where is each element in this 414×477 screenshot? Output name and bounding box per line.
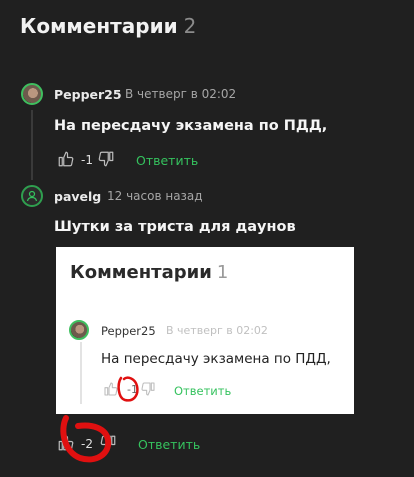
embedded-title: Комментарии 1 (70, 262, 228, 283)
thumbs-up-icon (58, 151, 74, 167)
reply-button[interactable]: Ответить (136, 153, 198, 168)
thumbs-down-icon (98, 151, 114, 167)
embedded-author: Pepper25 (101, 324, 156, 338)
embedded-reply: Ответить (174, 384, 232, 398)
comment-time: В четверг в 02:02 (125, 87, 237, 101)
embedded-count: 1 (216, 262, 229, 283)
comments-title: Комментарии (20, 14, 178, 38)
avatar[interactable] (21, 83, 43, 105)
dislike-button[interactable] (97, 150, 115, 168)
annotation-circle (117, 376, 139, 402)
user-icon (26, 190, 38, 202)
comment-time: 12 часов назад (107, 189, 203, 203)
thread-line (31, 110, 33, 180)
annotation-circle (60, 415, 112, 463)
comment-text: На пересдачу экзамена по ПДД, (54, 118, 328, 134)
avatar[interactable] (21, 185, 43, 207)
embedded-screenshot: Комментарии 1 Pepper25 В четверг в 02:02 … (56, 247, 354, 414)
reply-button[interactable]: Ответить (138, 437, 200, 452)
embedded-time: В четверг в 02:02 (166, 324, 268, 337)
comments-count: 2 (183, 14, 197, 38)
embedded-title-text: Комментарии (70, 262, 212, 283)
embedded-text: На пересдачу экзамена по ПДД, (101, 351, 331, 367)
comment-score: -1 (81, 153, 93, 167)
comment-author[interactable]: pavelg (54, 189, 101, 204)
like-button[interactable] (57, 150, 75, 168)
page-title: Комментарии 2 (20, 14, 196, 38)
comment-text: Шутки за триста для даунов (54, 219, 296, 235)
embedded-avatar (69, 320, 89, 340)
comment-author[interactable]: Pepper25 (54, 87, 122, 102)
embedded-thread-line (80, 342, 82, 404)
